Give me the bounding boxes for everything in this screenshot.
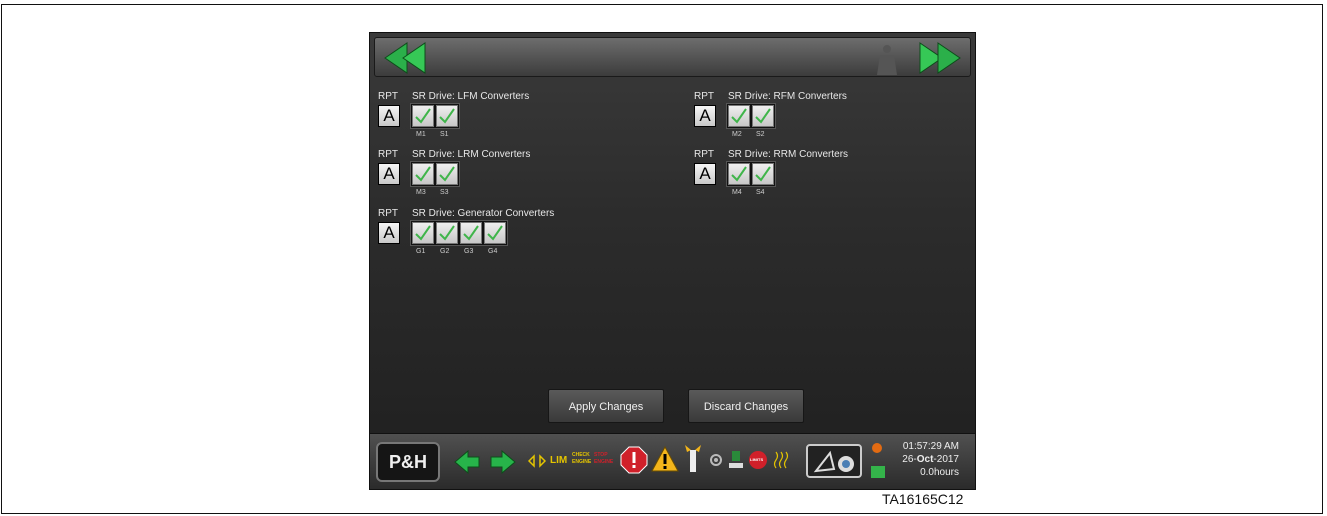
- date-month: Oct: [916, 454, 934, 465]
- checkmark-icon: [415, 108, 431, 124]
- checkmark-icon: [439, 166, 455, 182]
- converter-label: M2: [732, 131, 742, 138]
- limits-indicator: LIMITS: [750, 457, 764, 462]
- apply-changes-button[interactable]: Apply Changes: [548, 389, 664, 423]
- check-engine-indicator-bottom: ENGINE: [572, 459, 592, 465]
- discard-changes-button[interactable]: Discard Changes: [688, 389, 804, 423]
- rpt-label: RPT: [378, 91, 398, 102]
- heater-icon: [773, 451, 789, 469]
- gear-icon: [710, 454, 722, 466]
- converter-label: M3: [416, 189, 426, 196]
- converter-label: M4: [732, 189, 742, 196]
- converter-label: G4: [488, 248, 498, 255]
- converter-s1-toggle[interactable]: [436, 105, 458, 127]
- operator-icon: [877, 45, 897, 75]
- group-title: SR Drive: Generator Converters: [412, 208, 555, 219]
- checkmark-icon: [439, 108, 455, 124]
- converter-m2-toggle[interactable]: [728, 105, 750, 127]
- checkmark-icon: [415, 166, 431, 182]
- auto-button[interactable]: A: [378, 222, 400, 244]
- time-label: 01:57:29 AM: [902, 441, 959, 452]
- converter-label: G3: [464, 248, 474, 255]
- checkmark-icon: [755, 166, 771, 182]
- stop-engine-indicator-top: STOP: [594, 452, 608, 458]
- check-engine-indicator-top: CHECK: [572, 452, 590, 458]
- converter-s3-toggle[interactable]: [436, 163, 458, 185]
- camera-icon: [813, 450, 854, 473]
- machine-status-icon: [729, 451, 743, 468]
- warning-icon: [651, 446, 679, 472]
- converter-label: S1: [440, 131, 449, 138]
- converter-label: G2: [440, 248, 450, 255]
- group-title: SR Drive: LRM Converters: [412, 149, 531, 160]
- checkmark-icon: [463, 225, 479, 241]
- converter-g3-toggle[interactable]: [460, 222, 482, 244]
- checkmark-icon: [731, 108, 747, 124]
- date-time-display: 01:57:29 AM 26-Oct-2017 0.0hours: [902, 440, 959, 479]
- group-title: SR Drive: RFM Converters: [728, 91, 847, 102]
- converter-label: G1: [416, 248, 426, 255]
- converter-labels: M2 S2: [732, 131, 780, 138]
- converter-label: S3: [440, 189, 449, 196]
- camera-button[interactable]: [806, 444, 862, 478]
- previous-page-arrow-icon[interactable]: [381, 41, 429, 75]
- rpt-label: RPT: [694, 91, 714, 102]
- checkmark-icon: [487, 225, 503, 241]
- date-year: -2017: [933, 454, 959, 465]
- right-arrow-icon[interactable]: [490, 450, 516, 474]
- stop-engine-indicator-bottom: ENGINE: [594, 459, 614, 465]
- stop-alarm-icon: [620, 446, 648, 474]
- worker-light-icon: [685, 445, 701, 472]
- converter-g4-toggle[interactable]: [484, 222, 506, 244]
- turn-signal-icon: [528, 454, 546, 468]
- converter-s4-toggle[interactable]: [752, 163, 774, 185]
- checkmark-icon: [415, 225, 431, 241]
- figure-frame: RPT SR Drive: LFM Converters A M1 S1 RPT…: [1, 4, 1323, 514]
- auto-button[interactable]: A: [694, 163, 716, 185]
- converter-label: S4: [756, 189, 765, 196]
- display-screen: RPT SR Drive: LFM Converters A M1 S1 RPT…: [369, 32, 976, 490]
- converter-label: M1: [416, 131, 426, 138]
- date-day: 26-: [902, 454, 917, 465]
- group-title: SR Drive: RRM Converters: [728, 149, 849, 160]
- auto-button[interactable]: A: [378, 163, 400, 185]
- converter-checks: [726, 103, 776, 129]
- converter-label: S2: [756, 131, 765, 138]
- left-arrow-icon[interactable]: [454, 450, 480, 474]
- auto-button[interactable]: A: [378, 105, 400, 127]
- converter-m1-toggle[interactable]: [412, 105, 434, 127]
- rpt-label: RPT: [378, 208, 398, 219]
- ph-logo[interactable]: P&H: [376, 442, 440, 482]
- group-title: SR Drive: LFM Converters: [412, 91, 530, 102]
- alert-dot-icon: [872, 443, 882, 453]
- status-bar: P&H LIM CHECK ENGINE STOP ENGINE LIMITS …: [370, 433, 975, 489]
- figure-caption: TA16165C12: [882, 491, 964, 507]
- hours-label: 0.0hours: [920, 467, 959, 478]
- next-page-arrow-icon[interactable]: [916, 41, 964, 75]
- converter-m4-toggle[interactable]: [728, 163, 750, 185]
- rpt-label: RPT: [378, 149, 398, 160]
- converter-g1-toggle[interactable]: [412, 222, 434, 244]
- converter-labels: G1 G2 G3 G4: [416, 248, 512, 255]
- auto-button[interactable]: A: [694, 105, 716, 127]
- converter-g2-toggle[interactable]: [436, 222, 458, 244]
- lim-indicator: LIM: [550, 455, 568, 466]
- converter-checks: [410, 161, 460, 187]
- checkmark-icon: [731, 166, 747, 182]
- checkmark-icon: [439, 225, 455, 241]
- rpt-label: RPT: [694, 149, 714, 160]
- top-navigation-bar: [374, 37, 971, 77]
- converter-s2-toggle[interactable]: [752, 105, 774, 127]
- status-square-icon: [871, 466, 885, 478]
- converter-checks: [726, 161, 776, 187]
- converter-labels: M4 S4: [732, 189, 780, 196]
- converter-checks: [410, 103, 460, 129]
- converter-labels: M3 S3: [416, 189, 464, 196]
- converter-m3-toggle[interactable]: [412, 163, 434, 185]
- converter-labels: M1 S1: [416, 131, 464, 138]
- converter-checks: [410, 220, 508, 246]
- date-label: 26-Oct-2017: [902, 453, 959, 466]
- checkmark-icon: [755, 108, 771, 124]
